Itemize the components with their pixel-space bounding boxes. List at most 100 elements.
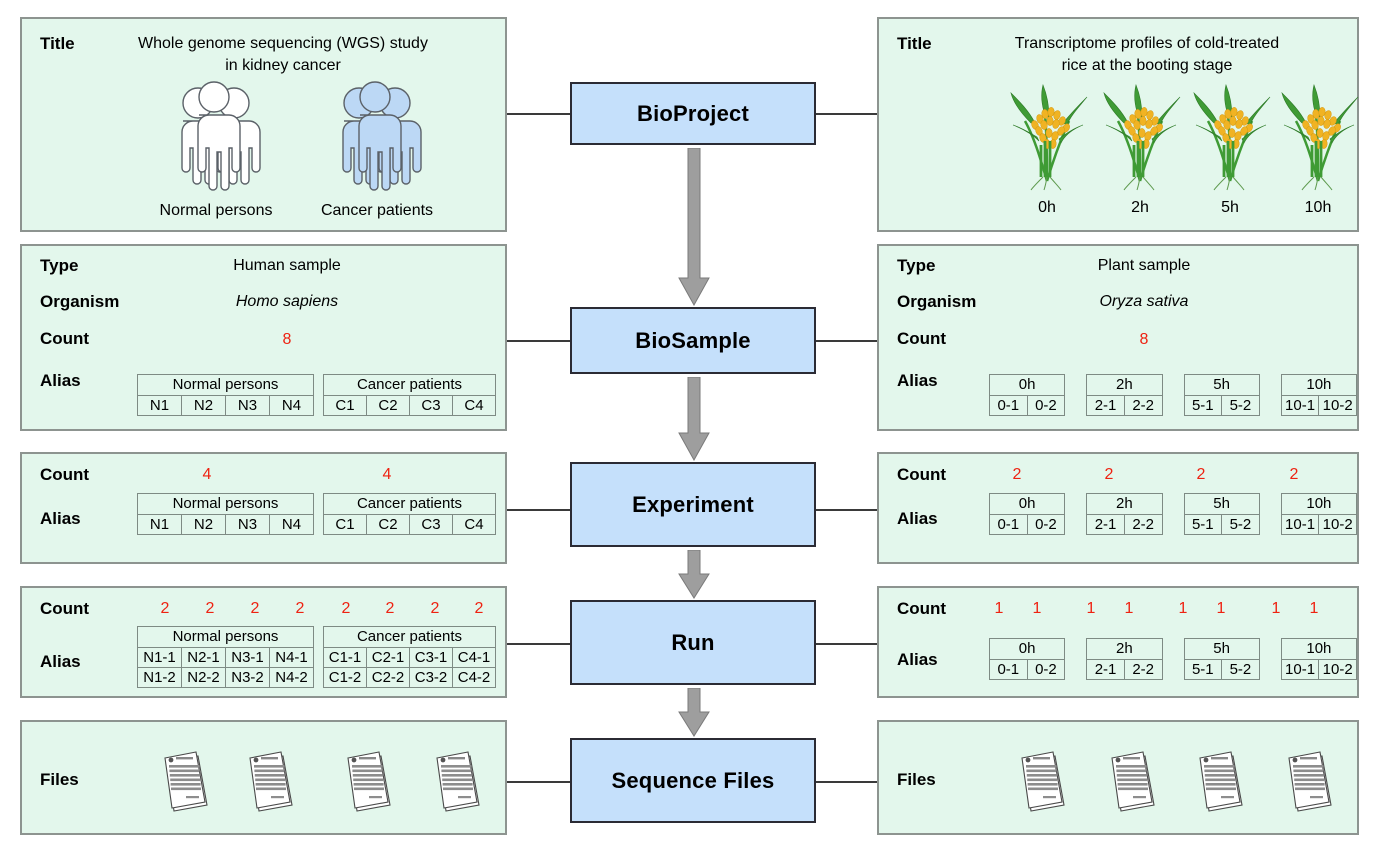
alias-header: Normal persons bbox=[137, 493, 314, 515]
stage-box-experiment[interactable]: Experiment bbox=[570, 462, 816, 547]
right-run-count-3: 1 bbox=[1124, 600, 1134, 617]
connector-left-biosample bbox=[507, 340, 571, 342]
right-run-panel: Count Alias 1 1 1 1 1 1 1 1 0h 0-1 0-2 2… bbox=[877, 586, 1359, 698]
alias-table-cancer-patients: Cancer patients C1 C2 C3 C4 bbox=[323, 493, 496, 535]
file-stack-icon bbox=[1109, 750, 1161, 817]
alias-header: 2h bbox=[1086, 638, 1163, 660]
file-stack-icon bbox=[434, 750, 486, 817]
left-files-label: Files bbox=[40, 770, 79, 789]
alias-table-cancer-patients: Cancer patients C1 C2 C3 C4 bbox=[323, 374, 496, 416]
stage-box-run[interactable]: Run bbox=[570, 600, 816, 685]
connector-left-run bbox=[507, 643, 571, 645]
right-run-label-count: Count bbox=[897, 599, 947, 618]
left-biosample-type-value: Human sample bbox=[233, 257, 341, 274]
alias-table-normal-persons: Normal persons N1 N2 N3 N4 bbox=[137, 493, 314, 535]
arrow-down-run-sequence-files bbox=[678, 687, 710, 742]
alias-cell: 0-1 bbox=[989, 395, 1028, 416]
left-experiment-label-count: Count bbox=[40, 465, 90, 484]
alias-cell: 10-1 bbox=[1280, 659, 1320, 680]
alias-cell: N3-2 bbox=[225, 667, 270, 688]
right-run-alias-tables: 0h 0-1 0-2 2h 2-1 2-2 5h 5-1 5-2 10h 10-… bbox=[988, 638, 1358, 680]
arrow-down-bioproject-biosample bbox=[678, 147, 710, 311]
alias-table-0h: 0h 0-1 0-2 bbox=[988, 493, 1066, 535]
alias-cell: 5-1 bbox=[1183, 659, 1223, 680]
connector-right-run bbox=[815, 643, 878, 645]
alias-cell: N3 bbox=[225, 514, 270, 535]
connector-right-seqfiles bbox=[815, 781, 878, 783]
alias-header: 5h bbox=[1183, 493, 1260, 515]
alias-cell: 2-2 bbox=[1123, 659, 1163, 680]
right-experiment-count-2: 2 bbox=[1196, 466, 1206, 483]
right-experiment-count-3: 2 bbox=[1289, 466, 1299, 483]
alias-header: 2h bbox=[1086, 493, 1163, 515]
right-title-label: Title bbox=[897, 34, 932, 53]
left-biosample-count-value: 8 bbox=[282, 331, 292, 348]
file-stack-icon bbox=[1286, 750, 1338, 817]
left-run-count-5: 2 bbox=[385, 600, 395, 617]
left-title-group-0-caption: Normal persons bbox=[159, 202, 273, 219]
rice-plant-icon bbox=[1094, 81, 1186, 196]
left-biosample-label-alias: Alias bbox=[40, 371, 81, 390]
right-title-text-line2: rice at the booting stage bbox=[1061, 57, 1233, 74]
left-run-count-2: 2 bbox=[250, 600, 260, 617]
diagram-canvas: BioProject BioSample Experiment Run Sequ… bbox=[0, 0, 1379, 853]
left-experiment-alias-tables: Normal persons N1 N2 N3 N4 Cancer patien… bbox=[137, 493, 496, 535]
alias-table-10h: 10h 10-1 10-2 bbox=[1280, 493, 1358, 535]
right-run-count-6: 1 bbox=[1271, 600, 1281, 617]
alias-cell: 2-1 bbox=[1086, 395, 1125, 416]
stage-box-sequence-files[interactable]: Sequence Files bbox=[570, 738, 816, 823]
alias-cell: 2-2 bbox=[1123, 514, 1163, 535]
alias-table-10h: 10h 10-1 10-2 bbox=[1280, 638, 1358, 680]
alias-header: 10h bbox=[1280, 493, 1358, 515]
alias-cell: N4 bbox=[269, 514, 314, 535]
left-biosample-panel: Type Organism Count Alias Human sample H… bbox=[20, 244, 507, 431]
left-biosample-label-organism: Organism bbox=[40, 292, 120, 311]
connector-right-bioproject bbox=[815, 113, 878, 115]
file-stack-icon bbox=[345, 750, 397, 817]
left-title-label: Title bbox=[40, 34, 75, 53]
right-experiment-label-alias: Alias bbox=[897, 509, 938, 528]
right-run-count-4: 1 bbox=[1178, 600, 1188, 617]
alias-cell: 2-1 bbox=[1086, 659, 1125, 680]
left-run-count-3: 2 bbox=[295, 600, 305, 617]
right-biosample-label-count: Count bbox=[897, 329, 947, 348]
right-run-count-1: 1 bbox=[1032, 600, 1042, 617]
connector-left-experiment bbox=[507, 509, 571, 511]
left-experiment-count-1: 4 bbox=[382, 466, 392, 483]
stage-box-label: Experiment bbox=[632, 491, 754, 517]
alias-cell: 10-2 bbox=[1318, 514, 1357, 535]
connector-left-seqfiles bbox=[507, 781, 571, 783]
stage-box-label: Run bbox=[671, 629, 715, 655]
alias-cell: N2 bbox=[181, 395, 226, 416]
right-run-count-5: 1 bbox=[1216, 600, 1226, 617]
alias-cell: 5-1 bbox=[1183, 395, 1223, 416]
left-run-count-7: 2 bbox=[474, 600, 484, 617]
left-title-group-1-caption: Cancer patients bbox=[320, 202, 434, 219]
alias-table-5h: 5h 5-1 5-2 bbox=[1183, 374, 1260, 416]
alias-header: 10h bbox=[1280, 638, 1358, 660]
alias-cell: C3 bbox=[409, 395, 453, 416]
left-experiment-count-0: 4 bbox=[202, 466, 212, 483]
alias-header: 0h bbox=[988, 638, 1066, 660]
alias-cell: N1-1 bbox=[137, 647, 182, 668]
alias-header: Cancer patients bbox=[323, 493, 496, 515]
right-title-timepoint-2: 5h bbox=[1221, 199, 1239, 216]
alias-cell: 10-2 bbox=[1318, 659, 1357, 680]
alias-cell: N3-1 bbox=[225, 647, 270, 668]
left-run-label-alias: Alias bbox=[40, 652, 81, 671]
alias-header: 5h bbox=[1183, 638, 1260, 660]
left-run-count-0: 2 bbox=[160, 600, 170, 617]
alias-table-0h: 0h 0-1 0-2 bbox=[988, 638, 1066, 680]
alias-cell: C4 bbox=[452, 395, 496, 416]
alias-cell: C2-1 bbox=[366, 647, 410, 668]
alias-header: Normal persons bbox=[137, 626, 314, 648]
right-biosample-count-value: 8 bbox=[1139, 331, 1149, 348]
file-stack-icon bbox=[1019, 750, 1071, 817]
normal-persons-icon bbox=[156, 81, 276, 206]
left-biosample-organism-value: Homo sapiens bbox=[235, 293, 339, 310]
stage-box-bioproject[interactable]: BioProject bbox=[570, 82, 816, 145]
file-stack-icon bbox=[247, 750, 299, 817]
stage-box-biosample[interactable]: BioSample bbox=[570, 307, 816, 374]
connector-right-biosample bbox=[815, 340, 878, 342]
alias-cell: C2 bbox=[366, 514, 410, 535]
